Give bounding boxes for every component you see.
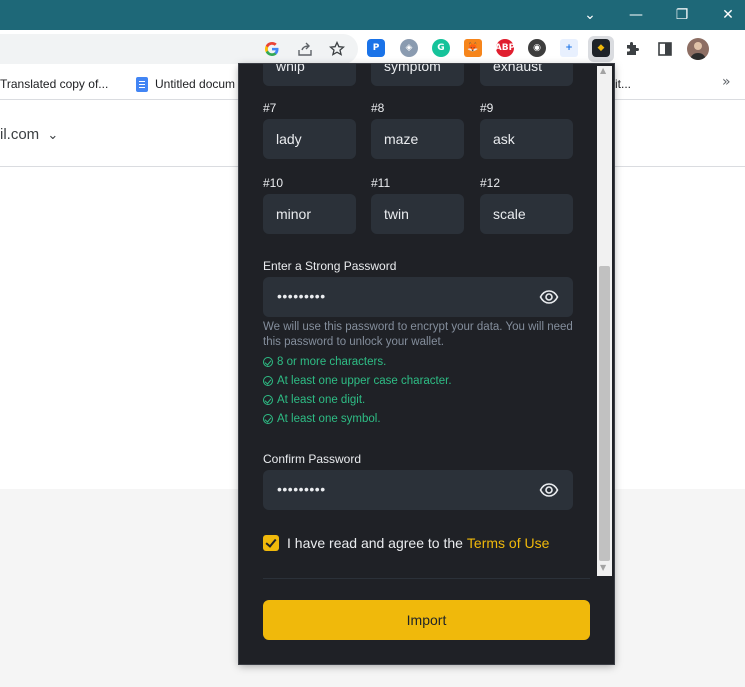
password-field[interactable]: ••••••••• <box>263 277 573 317</box>
rule-text: 8 or more characters. <box>277 356 387 368</box>
seed-word-field[interactable]: minor <box>263 194 356 234</box>
check-circle-icon <box>263 357 273 367</box>
seed-word-number: #7 <box>263 101 277 115</box>
seed-word: symptom <box>384 64 441 74</box>
check-circle-icon <box>263 395 273 405</box>
seed-word: lady <box>276 131 302 147</box>
bookmark-label: Untitled docum <box>155 77 236 91</box>
seed-word: ask <box>493 131 515 147</box>
more-bookmarks-chevron-icon[interactable]: » <box>722 74 731 90</box>
google-docs-icon <box>136 76 148 92</box>
seed-word-field[interactable]: exhaust <box>480 64 573 86</box>
check-circle-icon <box>263 414 273 424</box>
tab-search-chevron-icon[interactable]: ⌄ <box>567 0 613 30</box>
metamask-extension-icon[interactable]: 🦊 <box>464 39 482 57</box>
rule-text: At least one digit. <box>277 394 366 406</box>
rule-text: At least one upper case character. <box>277 375 452 387</box>
seed-word-number: #8 <box>371 101 385 115</box>
scrollbar-thumb[interactable] <box>599 266 610 561</box>
ghostery-extension-icon[interactable]: ◈ <box>400 39 418 57</box>
seed-word-field[interactable]: lady <box>263 119 356 159</box>
seed-word: scale <box>493 206 526 222</box>
google-icon[interactable] <box>262 39 282 59</box>
side-panel-icon[interactable] <box>655 39 675 59</box>
binance-wallet-extension-icon[interactable]: ◆ <box>592 39 610 57</box>
confirm-password-label: Confirm Password <box>263 452 362 466</box>
seed-word-field[interactable]: maze <box>371 119 464 159</box>
terms-agreement: I have read and agree to the Terms of Us… <box>263 535 549 551</box>
password-rule: At least one symbol. <box>263 413 381 425</box>
seed-word: whip <box>276 64 305 74</box>
seed-word-field[interactable]: scale <box>480 194 573 234</box>
minimize-button[interactable]: — <box>613 0 659 30</box>
seed-word-number: #12 <box>480 176 501 190</box>
seed-word-number: #9 <box>480 101 494 115</box>
bookmark-label: Translated copy of... <box>0 77 109 91</box>
account-selector[interactable]: il.com ⌄ <box>0 126 58 143</box>
window-titlebar: ⌄ — ❐ ✕ <box>0 0 745 30</box>
password-rule: At least one digit. <box>263 394 365 406</box>
check-circle-icon <box>263 376 273 386</box>
seed-word: minor <box>276 206 312 222</box>
seed-word: twin <box>384 206 409 222</box>
seed-word-field[interactable]: whip <box>263 64 356 86</box>
import-button[interactable]: Import <box>263 600 590 640</box>
restore-button[interactable]: ❐ <box>659 0 705 30</box>
bookmark-star-icon[interactable] <box>327 39 347 59</box>
bookmark-truncated[interactable]: it... <box>615 76 631 92</box>
divider <box>263 578 590 579</box>
passwordmanager-extension-icon[interactable]: P <box>367 39 385 57</box>
confirm-password-field[interactable]: ••••••••• <box>263 470 573 510</box>
show-password-eye-icon[interactable] <box>539 287 559 307</box>
extension-add-icon[interactable]: + <box>560 39 578 57</box>
scroll-down-icon[interactable]: ▼ <box>600 563 606 572</box>
grammarly-extension-icon[interactable]: G <box>432 39 450 57</box>
bookmark-label: it... <box>615 77 632 91</box>
confirm-password-value: ••••••••• <box>277 481 326 497</box>
seed-word-field[interactable]: ask <box>480 119 573 159</box>
seed-word-number: #11 <box>371 176 391 190</box>
profile-avatar[interactable] <box>687 38 709 60</box>
password-rule: At least one upper case character. <box>263 375 452 387</box>
seed-word-field[interactable]: symptom <box>371 64 464 86</box>
seed-word-number: #10 <box>263 176 284 190</box>
extension-icon[interactable]: ◉ <box>528 39 546 57</box>
terms-of-use-link[interactable]: Terms of Use <box>467 535 549 551</box>
chevron-down-icon: ⌄ <box>47 128 59 143</box>
password-value: ••••••••• <box>277 288 326 304</box>
bookmark-untitled-document[interactable]: Untitled docum <box>136 76 235 92</box>
seed-word: exhaust <box>493 64 543 74</box>
scroll-up-icon[interactable]: ▲ <box>600 66 606 75</box>
seed-word-field[interactable]: twin <box>371 194 464 234</box>
password-label: Enter a Strong Password <box>263 259 397 273</box>
rule-text: At least one symbol. <box>277 413 381 425</box>
agree-text: I have read and agree to the <box>287 535 463 551</box>
bookmark-translated-copy[interactable]: Translated copy of... <box>0 76 108 92</box>
adblock-plus-extension-icon[interactable]: ABP <box>495 39 515 57</box>
share-icon[interactable] <box>295 39 315 59</box>
browser-toolbar: P ◈ G 🦊 ABP ◉ + ◆ <box>0 30 745 68</box>
wallet-import-popup: whip symptom exhaust #7 #8 #9 lady maze … <box>239 64 614 664</box>
close-window-button[interactable]: ✕ <box>705 0 745 30</box>
agree-checkbox[interactable] <box>263 535 279 551</box>
seed-word: maze <box>384 131 419 147</box>
account-email: il.com <box>0 126 40 143</box>
password-rule: 8 or more characters. <box>263 356 386 368</box>
extensions-puzzle-icon[interactable] <box>622 39 642 59</box>
password-hint: We will use this password to encrypt you… <box>263 321 573 348</box>
show-confirm-password-eye-icon[interactable] <box>539 480 559 500</box>
